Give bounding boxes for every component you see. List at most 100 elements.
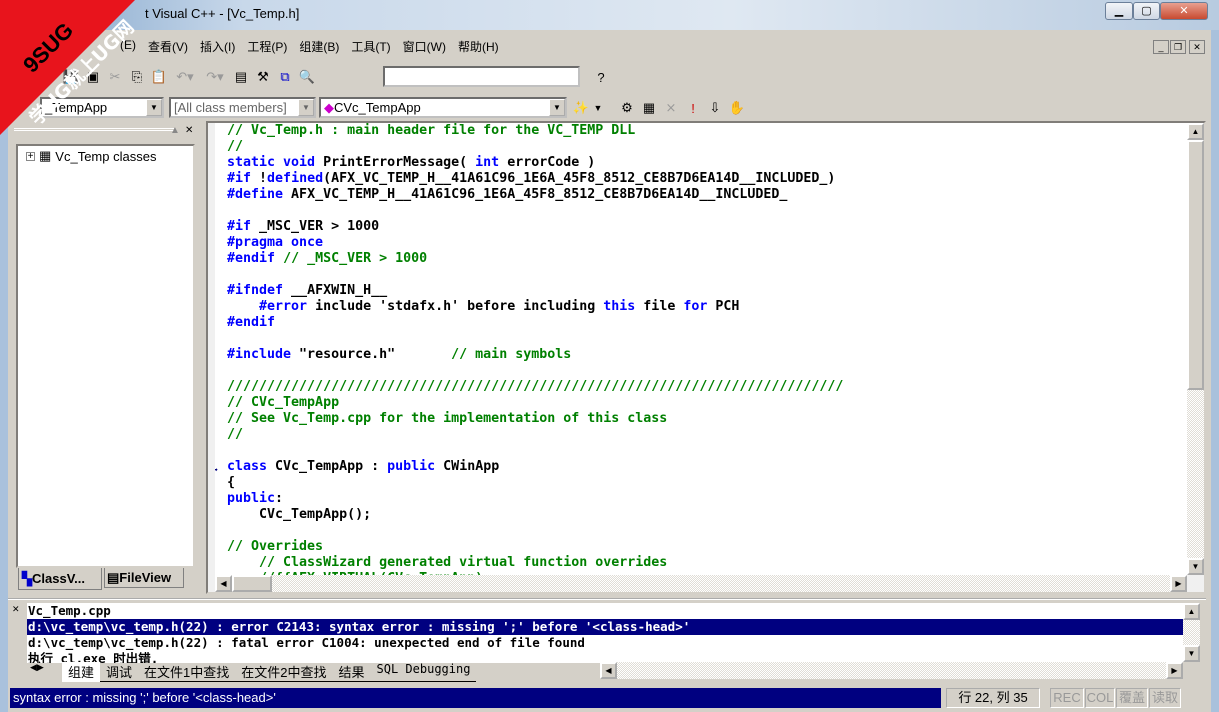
chevron-down-icon[interactable]: ▼ <box>298 99 314 116</box>
mdi-close-button[interactable]: ✕ <box>1189 40 1205 54</box>
scroll-right-icon[interactable]: ▶ <box>1166 662 1183 679</box>
code-line: // ClassWizard generated virtual functio… <box>215 555 1187 571</box>
code-token: this <box>603 299 636 314</box>
menu-view[interactable]: 查看(V) <box>148 38 188 55</box>
undo-icon[interactable]: ↶▾ <box>170 66 200 88</box>
menu-window[interactable]: 窗口(W) <box>403 38 446 55</box>
editor-hscrollbar[interactable]: ◀ ▶ <box>215 575 1187 592</box>
output-tab[interactable]: 组建 <box>62 662 101 682</box>
title-bar: t Visual C++ - [Vc_Temp.h] ▁ ▢ ✕ <box>0 0 1219 30</box>
tab-fileview[interactable]: ▤FileView <box>104 568 184 588</box>
menu-insert[interactable]: 插入(I) <box>200 38 235 55</box>
output-tab[interactable]: 调试 <box>100 662 139 682</box>
menu-build[interactable]: 组建(B) <box>299 38 339 55</box>
class-icon: ◆ <box>324 100 334 115</box>
chevron-down-icon[interactable]: ▼ <box>146 99 162 116</box>
classes-icon: ▦ <box>39 148 52 163</box>
execute-icon[interactable]: ! <box>682 97 704 119</box>
output-list[interactable]: Vc_Temp.cpp d:\vc_temp\vc_temp.h(22) : er… <box>27 603 1183 663</box>
workspace-icon[interactable]: ▤ <box>230 66 252 88</box>
code-token: // <box>227 139 244 154</box>
redo-icon[interactable]: ↷▾ <box>200 66 230 88</box>
code-token: public <box>227 491 276 506</box>
wizard-toolbar: ✨ ▼ ⚙ ▦ ⨯ ! ⇩ ✋ <box>570 97 748 119</box>
scroll-thumb[interactable] <box>1187 140 1204 390</box>
output-line[interactable]: d:\vc_temp\vc_temp.h(22) : error C2143: … <box>27 619 1183 635</box>
mdi-restore-button[interactable]: ❐ <box>1170 40 1186 54</box>
code-line: #endif <box>215 315 1187 331</box>
code-line: ////////////////////////////////////////… <box>215 379 1187 395</box>
code-line: { <box>215 475 1187 491</box>
tree-root-item[interactable]: + ▦ Vc_Temp classes <box>18 146 193 164</box>
scroll-up-icon[interactable]: ▲ <box>1183 603 1200 620</box>
chevron-down-icon[interactable]: ▼ <box>592 97 604 119</box>
editor-vscrollbar[interactable]: ▲ ▼ <box>1187 123 1204 575</box>
minimize-button[interactable]: ▁ <box>1105 2 1133 20</box>
pane-close-icon[interactable]: ✕ <box>185 125 193 136</box>
output-tab[interactable]: SQL Debugging <box>370 662 477 682</box>
code-line: public: <box>215 491 1187 507</box>
build-icon[interactable]: ▦ <box>638 97 660 119</box>
menu-project[interactable]: 工程(P) <box>247 38 287 55</box>
go-icon[interactable]: ⇩ <box>704 97 726 119</box>
code-line: #define AFX_VC_TEMP_H__41A61C96_1E6A_45F… <box>215 187 1187 203</box>
paste-icon[interactable]: 📋 <box>148 66 170 88</box>
output-tab[interactable]: 在文件1中查找 <box>138 662 236 682</box>
output-tab[interactable]: 在文件2中查找 <box>235 662 333 682</box>
menu-tools[interactable]: 工具(T) <box>351 38 390 55</box>
code-token: CVc_TempApp(); <box>227 507 372 522</box>
scroll-right-icon[interactable]: ▶ <box>1170 575 1187 592</box>
close-button[interactable]: ✕ <box>1160 2 1208 20</box>
chevron-down-icon[interactable]: ▼ <box>549 99 565 116</box>
scroll-down-icon[interactable]: ▼ <box>1187 558 1204 575</box>
watermark-logo: 9SUG 学UG就上UG网 <box>0 0 135 135</box>
window-list-icon[interactable]: ⧉ <box>274 66 296 88</box>
find-in-files-icon[interactable]: 🔍 <box>296 66 318 88</box>
members-combo[interactable]: [All class members] ▼ <box>169 97 316 118</box>
scroll-down-icon[interactable]: ▼ <box>1183 645 1200 662</box>
search-help-icon[interactable]: ? <box>590 66 612 88</box>
breakpoint-hand-icon[interactable]: ✋ <box>726 97 748 119</box>
compile-icon[interactable]: ⚙ <box>616 97 638 119</box>
pane-close-icon[interactable]: ✕ <box>12 604 20 615</box>
code-editor[interactable]: // Vc_Temp.h : main header file for the … <box>215 123 1187 575</box>
code-token: #pragma once <box>227 235 324 250</box>
output-hscrollbar[interactable]: ◀ ▶ <box>600 662 1183 679</box>
stop-build-icon[interactable]: ⨯ <box>660 97 682 119</box>
output-line[interactable]: Vc_Temp.cpp <box>27 603 1183 619</box>
scroll-up-icon[interactable]: ▲ <box>1187 123 1204 140</box>
expand-icon[interactable]: + <box>26 151 35 161</box>
maximize-button[interactable]: ▢ <box>1133 2 1160 20</box>
hscroll-thumb[interactable] <box>232 575 272 592</box>
output-line[interactable]: d:\vc_temp\vc_temp.h(22) : fatal error C… <box>27 635 1183 651</box>
output-vscrollbar[interactable]: ▲ ▼ <box>1183 603 1200 662</box>
output-tab-scroll[interactable]: ◀▶ <box>30 662 44 673</box>
scroll-left-icon[interactable]: ◀ <box>215 575 232 592</box>
code-token: int <box>475 155 500 170</box>
members-combo-value: [All class members] <box>174 100 287 115</box>
menu-bar: (E) 查看(V) 插入(I) 工程(P) 组建(B) 工具(T) 窗口(W) … <box>120 38 499 55</box>
menu-help[interactable]: 帮助(H) <box>458 38 499 55</box>
wizard-action-icon[interactable]: ✨ <box>570 97 592 119</box>
output-tab[interactable]: 结果 <box>332 662 371 682</box>
code-token: ! <box>251 171 268 186</box>
code-token: defined <box>267 171 324 186</box>
code-token: include 'stdafx.h' before including <box>307 299 604 314</box>
scroll-left-icon[interactable]: ◀ <box>600 662 617 679</box>
mdi-minimize-button[interactable]: _ <box>1153 40 1169 54</box>
code-token: class <box>227 459 268 474</box>
function-combo[interactable]: ◆CVc_TempApp ▼ <box>319 97 567 118</box>
pane-maximize-icon[interactable]: ▲ <box>170 125 180 136</box>
code-token: (AFX_VC_TEMP_H__41A61C96_1E6A_45F8_8512_… <box>323 171 836 186</box>
code-line: // <box>215 139 1187 155</box>
find-combo[interactable] <box>383 66 580 87</box>
code-line: #if _MSC_VER > 1000 <box>215 219 1187 235</box>
function-combo-value: CVc_TempApp <box>334 100 421 115</box>
tab-classview[interactable]: ▚ClassV... <box>18 568 102 590</box>
code-token: // Vc_Temp.h : main header file for the … <box>227 123 636 138</box>
output-icon[interactable]: ⚒ <box>252 66 274 88</box>
